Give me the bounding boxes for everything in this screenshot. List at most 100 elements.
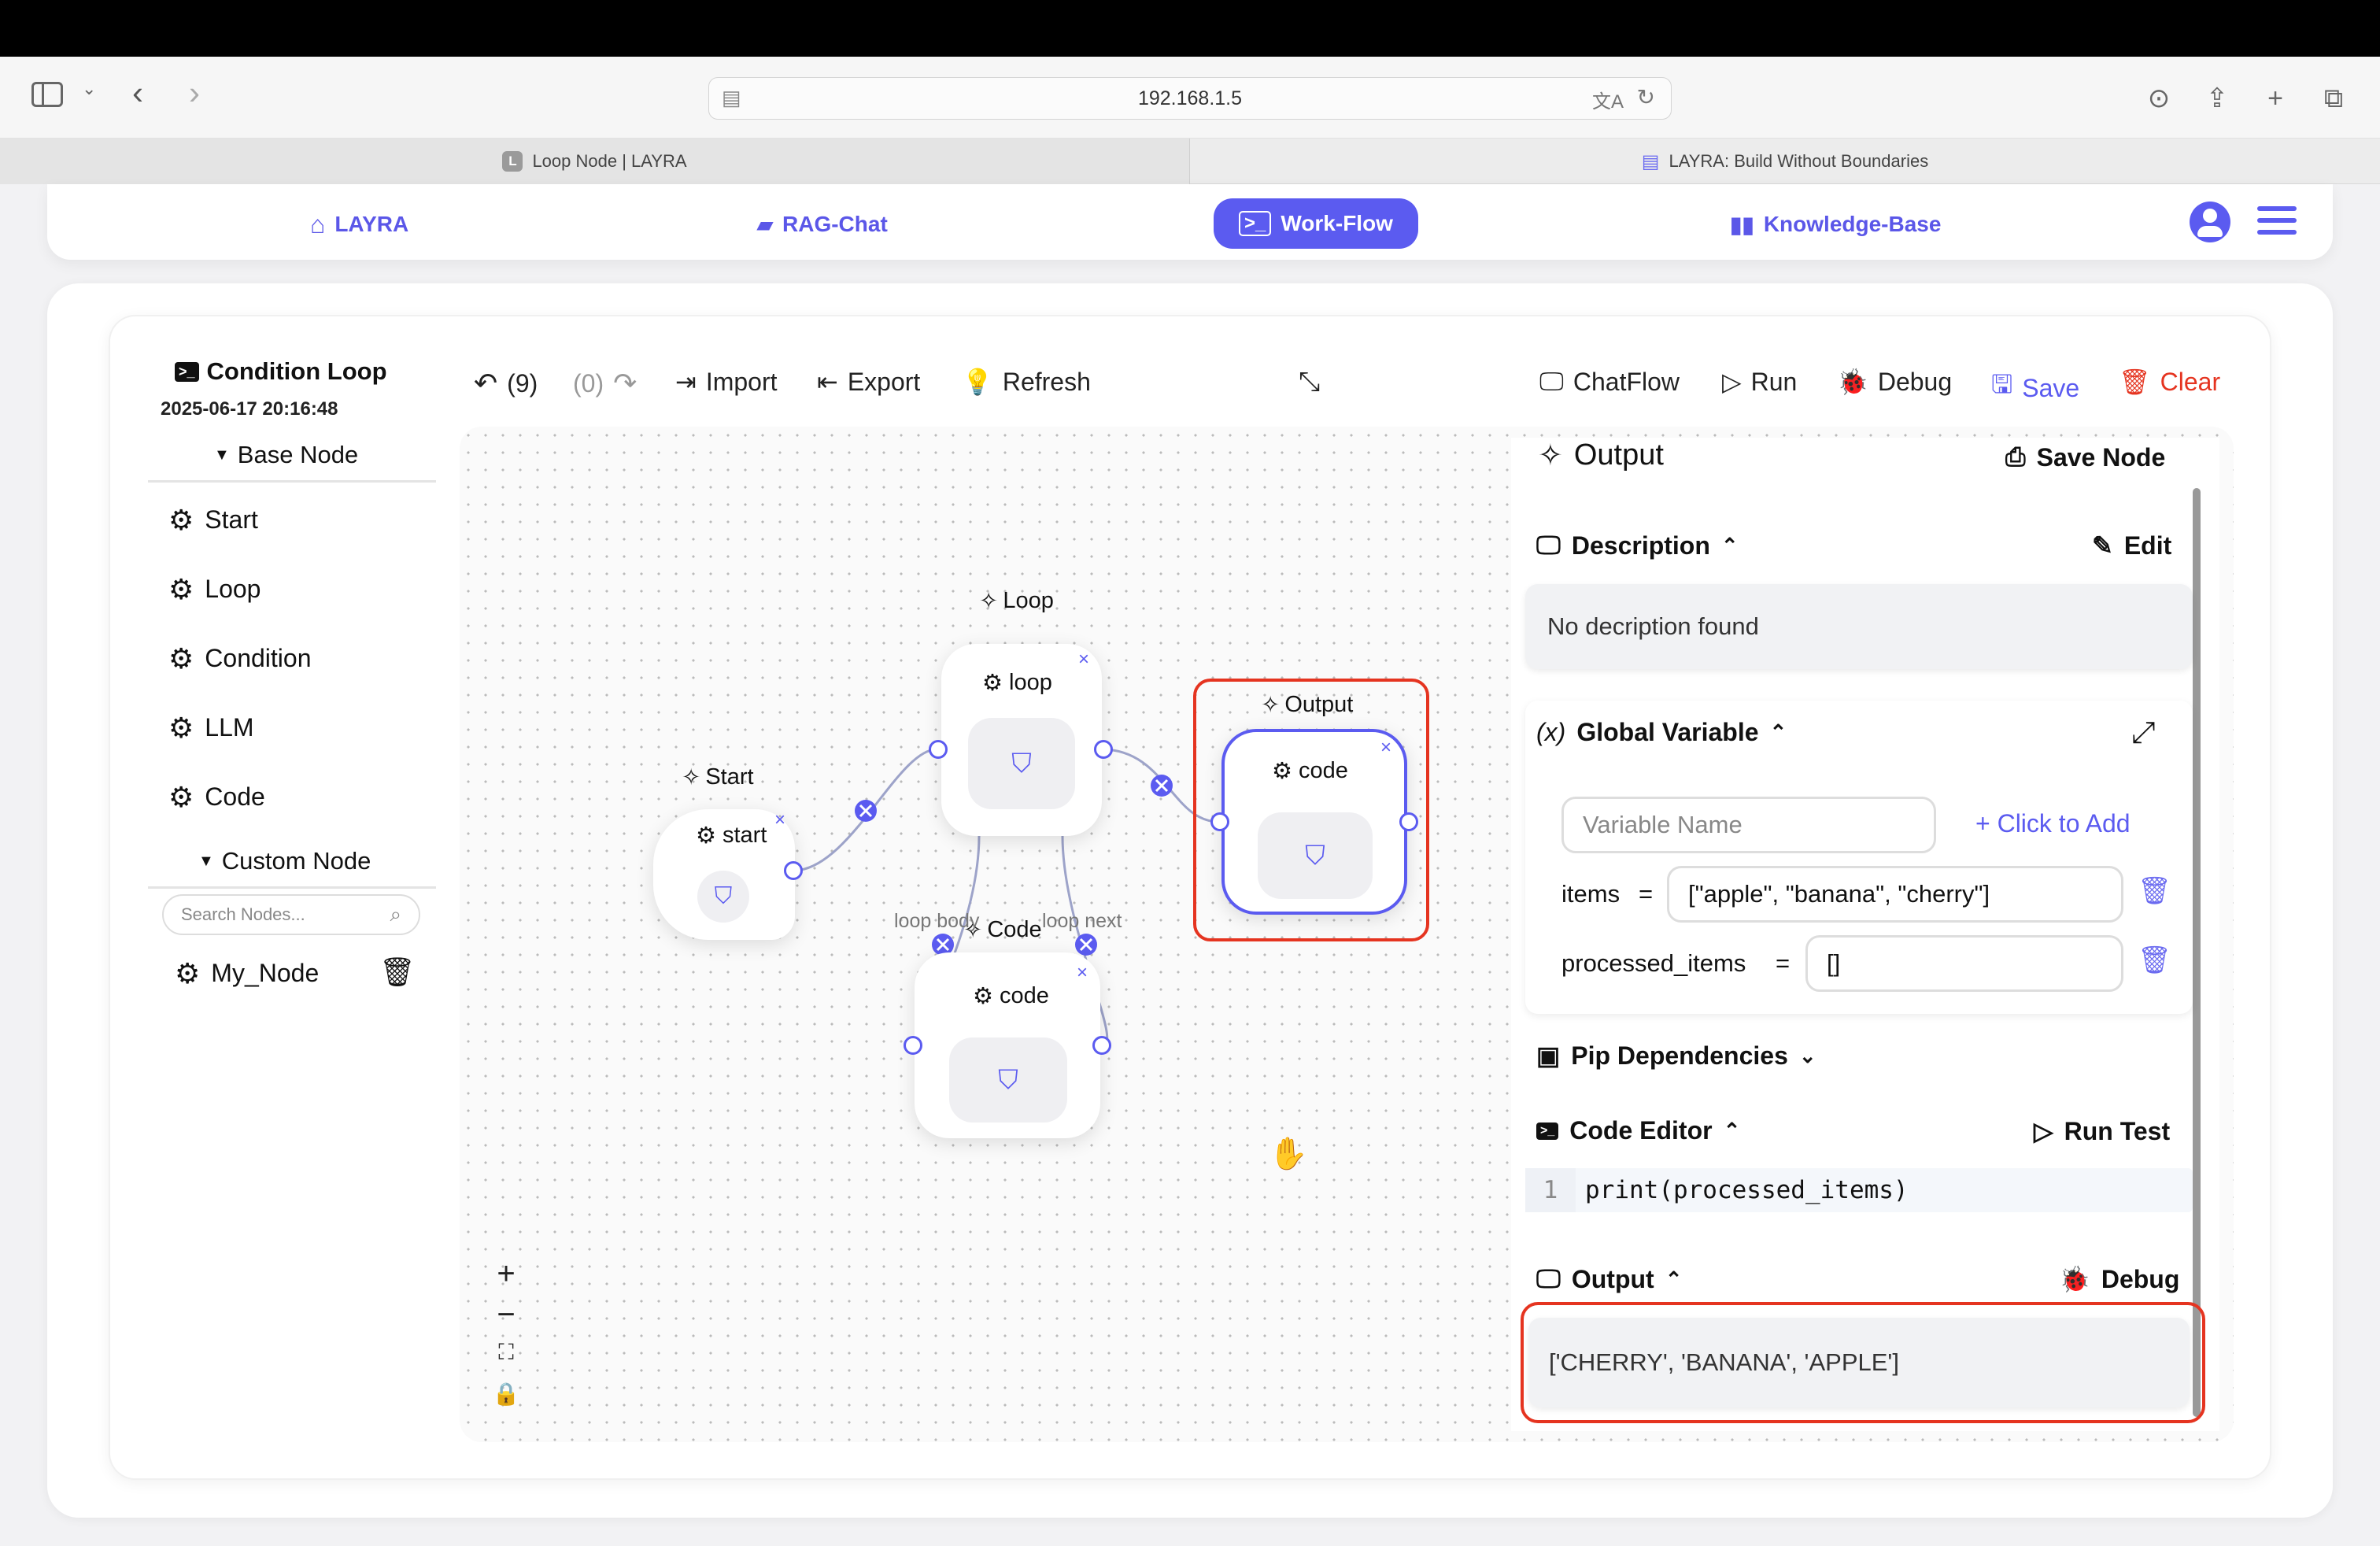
global-variable-toggle[interactable]: (x) Global Variable ⌃	[1536, 718, 1787, 747]
zoom-in-icon[interactable]: +	[486, 1256, 526, 1292]
zoom-out-icon[interactable]: −	[486, 1297, 526, 1333]
loop-node-label: ✧ Loop	[979, 587, 1054, 615]
variable-name-placeholder: Variable Name	[1583, 811, 1743, 838]
save-node-button[interactable]: ⎙ Save Node	[2005, 442, 2165, 472]
debug-label: Debug	[2101, 1264, 2180, 1293]
equals-sign: =	[1776, 949, 1791, 977]
loop-node[interactable]: ⚙ loop × ⛉	[941, 644, 1102, 836]
pip-dependencies-toggle[interactable]: ▣ Pip Dependencies ⌄	[1536, 1041, 1816, 1071]
handle-icon[interactable]	[1210, 812, 1229, 831]
section-label: Pip Dependencies	[1571, 1041, 1788, 1070]
code-node[interactable]: ⚙ code × ⛉	[915, 952, 1100, 1138]
edge-label-loop-next: loop next	[1042, 910, 1122, 932]
node-title: ⚙ code	[1272, 757, 1348, 785]
shield-icon: ⛉	[968, 718, 1075, 809]
variable-name-input[interactable]: Variable Name	[1561, 797, 1936, 853]
code-line: print(processed_items)	[1585, 1176, 1909, 1204]
shield-icon: ⛉	[1258, 812, 1373, 899]
variable-name-processed-items: processed_items	[1561, 949, 1746, 977]
node-type-text: Start	[705, 764, 754, 790]
close-icon[interactable]: ×	[1077, 962, 1088, 984]
edit-button[interactable]: ✎ Edit	[2092, 531, 2171, 560]
panel-title: ✧ Output	[1538, 438, 1664, 473]
handle-icon[interactable]	[1094, 740, 1113, 759]
variable-icon: (x)	[1536, 718, 1566, 746]
start-node[interactable]: ⚙ start × ⛉	[653, 809, 795, 940]
sparkle-icon: ✧	[1538, 439, 1563, 472]
terminal-icon: >_	[1536, 1122, 1559, 1140]
run-test-label: Run Test	[2064, 1116, 2171, 1145]
close-icon[interactable]: ×	[1380, 737, 1391, 759]
node-title: ⚙ start	[696, 822, 767, 849]
gear-icon: ⚙	[982, 671, 1003, 696]
trash-icon[interactable]: 🗑	[2138, 875, 2171, 907]
gear-icon: ⚙	[973, 984, 993, 1009]
node-type-text: Code	[987, 917, 1042, 942]
node-name: code	[1299, 758, 1348, 783]
save-node-label: Save Node	[2036, 442, 2166, 472]
node-title: ⚙ code	[973, 982, 1049, 1010]
node-name: loop	[1009, 670, 1052, 695]
variable-value-items[interactable]: ["apple", "banana", "cherry"]	[1667, 866, 2123, 923]
variable-value-processed-items[interactable]: []	[1805, 935, 2123, 992]
chevron-up-icon: ⌃	[1769, 720, 1787, 744]
close-icon[interactable]: ×	[774, 809, 785, 831]
sparkle-icon: ✧	[979, 589, 999, 614]
chevron-down-icon: ⌄	[1798, 1043, 1816, 1067]
hand-cursor-icon: ✋	[1269, 1137, 1308, 1171]
node-type-text: Output	[1284, 692, 1354, 717]
lock-icon[interactable]: 🔒	[486, 1381, 526, 1407]
start-node-label: ✧ Start	[682, 764, 754, 791]
chevron-up-icon: ⌃	[1723, 1119, 1741, 1142]
handle-icon[interactable]	[904, 1036, 922, 1055]
bug-icon: 🐞	[2059, 1265, 2090, 1293]
variable-name-items: items	[1561, 880, 1621, 908]
shield-icon: ⛉	[697, 871, 749, 923]
description-toggle[interactable]: 🖵 Description ⌃	[1536, 531, 1739, 560]
output-text: ['CHERRY', 'BANANA', 'APPLE']	[1549, 1348, 1899, 1376]
output-toggle[interactable]: 🖵 Output ⌃	[1536, 1264, 1683, 1294]
edit-label: Edit	[2123, 531, 2172, 560]
gear-icon: ⚙	[1272, 759, 1292, 784]
fit-view-icon[interactable]: ⛶	[486, 1340, 526, 1366]
plus-icon: +	[1975, 809, 1998, 838]
section-label: Code Editor	[1569, 1116, 1713, 1145]
chevron-up-icon: ⌃	[1720, 533, 1739, 557]
debug-output-button[interactable]: 🐞 Debug	[2059, 1264, 2179, 1294]
code-editor-toggle[interactable]: >_ Code Editor ⌃	[1536, 1116, 1740, 1145]
edit-icon: ✎	[2092, 531, 2113, 560]
expand-icon[interactable]: ⤢	[2131, 716, 2155, 750]
output-node-label: ✧ Output	[1261, 691, 1353, 719]
section-label: Output	[1571, 1264, 1654, 1293]
variable-value-text: []	[1827, 949, 1841, 977]
save-icon: ⎙	[2005, 442, 2026, 471]
section-label: Description	[1571, 531, 1710, 560]
variable-value-text: ["apple", "banana", "cherry"]	[1688, 880, 1990, 908]
run-test-button[interactable]: ▷ Run Test	[2034, 1116, 2170, 1146]
chevron-up-icon: ⌃	[1665, 1267, 1683, 1291]
monitor-icon: 🖵	[1536, 531, 1561, 559]
code-editor[interactable]: 1 print(processed_items)	[1525, 1168, 2193, 1212]
handle-icon[interactable]	[784, 861, 803, 880]
equals-sign: =	[1639, 880, 1654, 908]
section-label: Global Variable	[1576, 718, 1759, 746]
close-icon[interactable]: ×	[1078, 649, 1089, 671]
gear-icon: ⚙	[696, 823, 716, 849]
play-icon: ▷	[2034, 1117, 2053, 1145]
trash-icon[interactable]: 🗑	[2138, 945, 2171, 976]
handle-icon[interactable]	[1092, 1036, 1111, 1055]
node-name: code	[1000, 983, 1049, 1008]
sparkle-icon: ✧	[682, 765, 701, 790]
panel-scrollbar[interactable]	[2193, 488, 2201, 1417]
panel-title-text: Output	[1573, 438, 1664, 472]
node-type-text: Loop	[1003, 588, 1054, 613]
output-node[interactable]: ⚙ code × ⛉	[1221, 729, 1407, 915]
handle-icon[interactable]	[929, 740, 948, 759]
handle-icon[interactable]	[1399, 812, 1418, 831]
output-box: ['CHERRY', 'BANANA', 'APPLE']	[1528, 1318, 2190, 1407]
description-text: No decription found	[1547, 612, 1759, 640]
click-to-add-button[interactable]: + Click to Add	[1975, 809, 2131, 838]
node-title: ⚙ loop	[982, 669, 1052, 697]
description-box: No decription found	[1525, 584, 2193, 669]
sparkle-icon: ✧	[1261, 693, 1281, 718]
